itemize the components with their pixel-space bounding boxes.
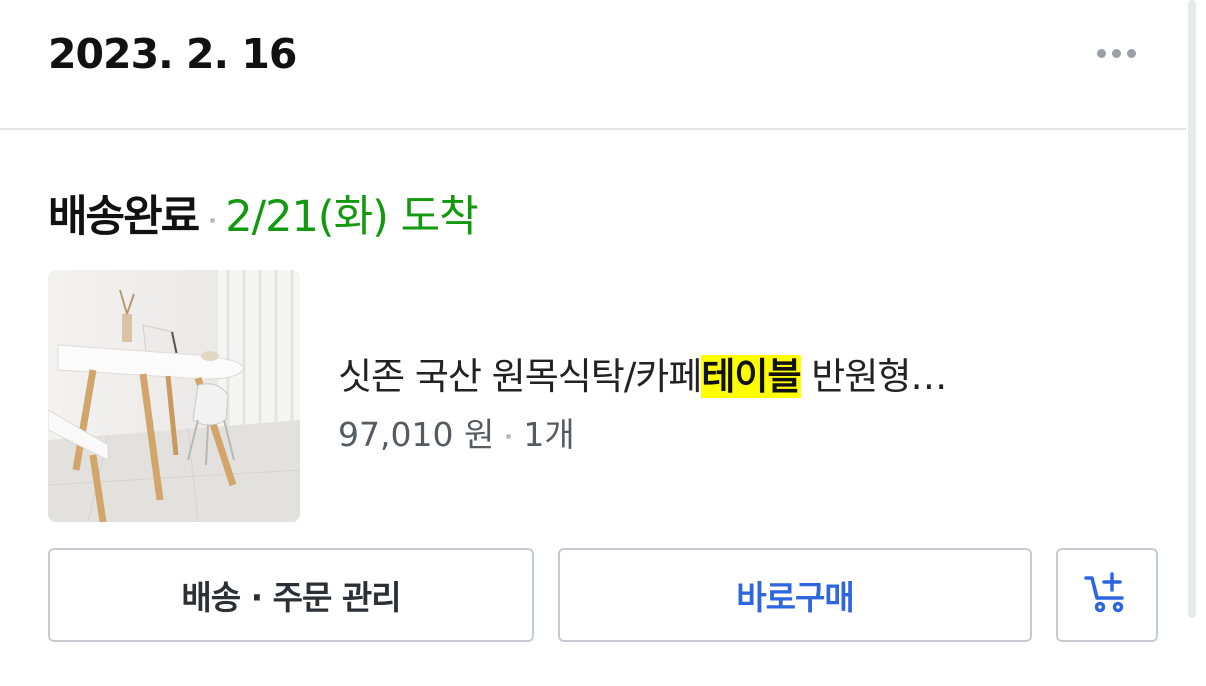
- cart-add-icon: [1082, 566, 1132, 624]
- delivery-status: 배송완료 2/21(화) 도착: [48, 182, 479, 244]
- buy-now-button[interactable]: 바로구매: [558, 548, 1032, 642]
- product-price: 97,010 원: [338, 415, 495, 454]
- status-label: 배송완료: [48, 192, 200, 242]
- arrival-date: 2/21(화) 도착: [225, 192, 478, 242]
- more-horizontal-icon: [1096, 48, 1106, 58]
- more-dot: [1126, 48, 1136, 58]
- product-meta: 97,010 원 1개: [338, 408, 575, 456]
- order-header: 2023. 2. 16: [0, 0, 1186, 130]
- add-to-cart-button[interactable]: [1056, 548, 1158, 642]
- product-name[interactable]: 싯존 국산 원목식탁/카페테이블 반원형…: [338, 346, 1118, 400]
- product-name-highlight: 테이블: [701, 355, 802, 398]
- order-card: 2023. 2. 16 배송완료 2/21(화) 도착 싯존 국산 원목식탁/카…: [0, 0, 1206, 686]
- more-dot: [1111, 48, 1121, 58]
- product-image[interactable]: [48, 270, 300, 522]
- scrollbar[interactable]: [1188, 0, 1196, 618]
- separator-dot: [210, 217, 216, 223]
- more-options-button[interactable]: [1086, 36, 1146, 70]
- product-name-prefix: 싯존 국산 원목식탁/카페: [338, 355, 702, 398]
- delivery-order-manage-button[interactable]: 배송 · 주문 관리: [48, 548, 534, 642]
- order-date: 2023. 2. 16: [48, 30, 297, 78]
- separator-dot: [506, 433, 512, 439]
- product-quantity: 1개: [523, 415, 575, 454]
- product-name-suffix: 반원형…: [800, 355, 947, 398]
